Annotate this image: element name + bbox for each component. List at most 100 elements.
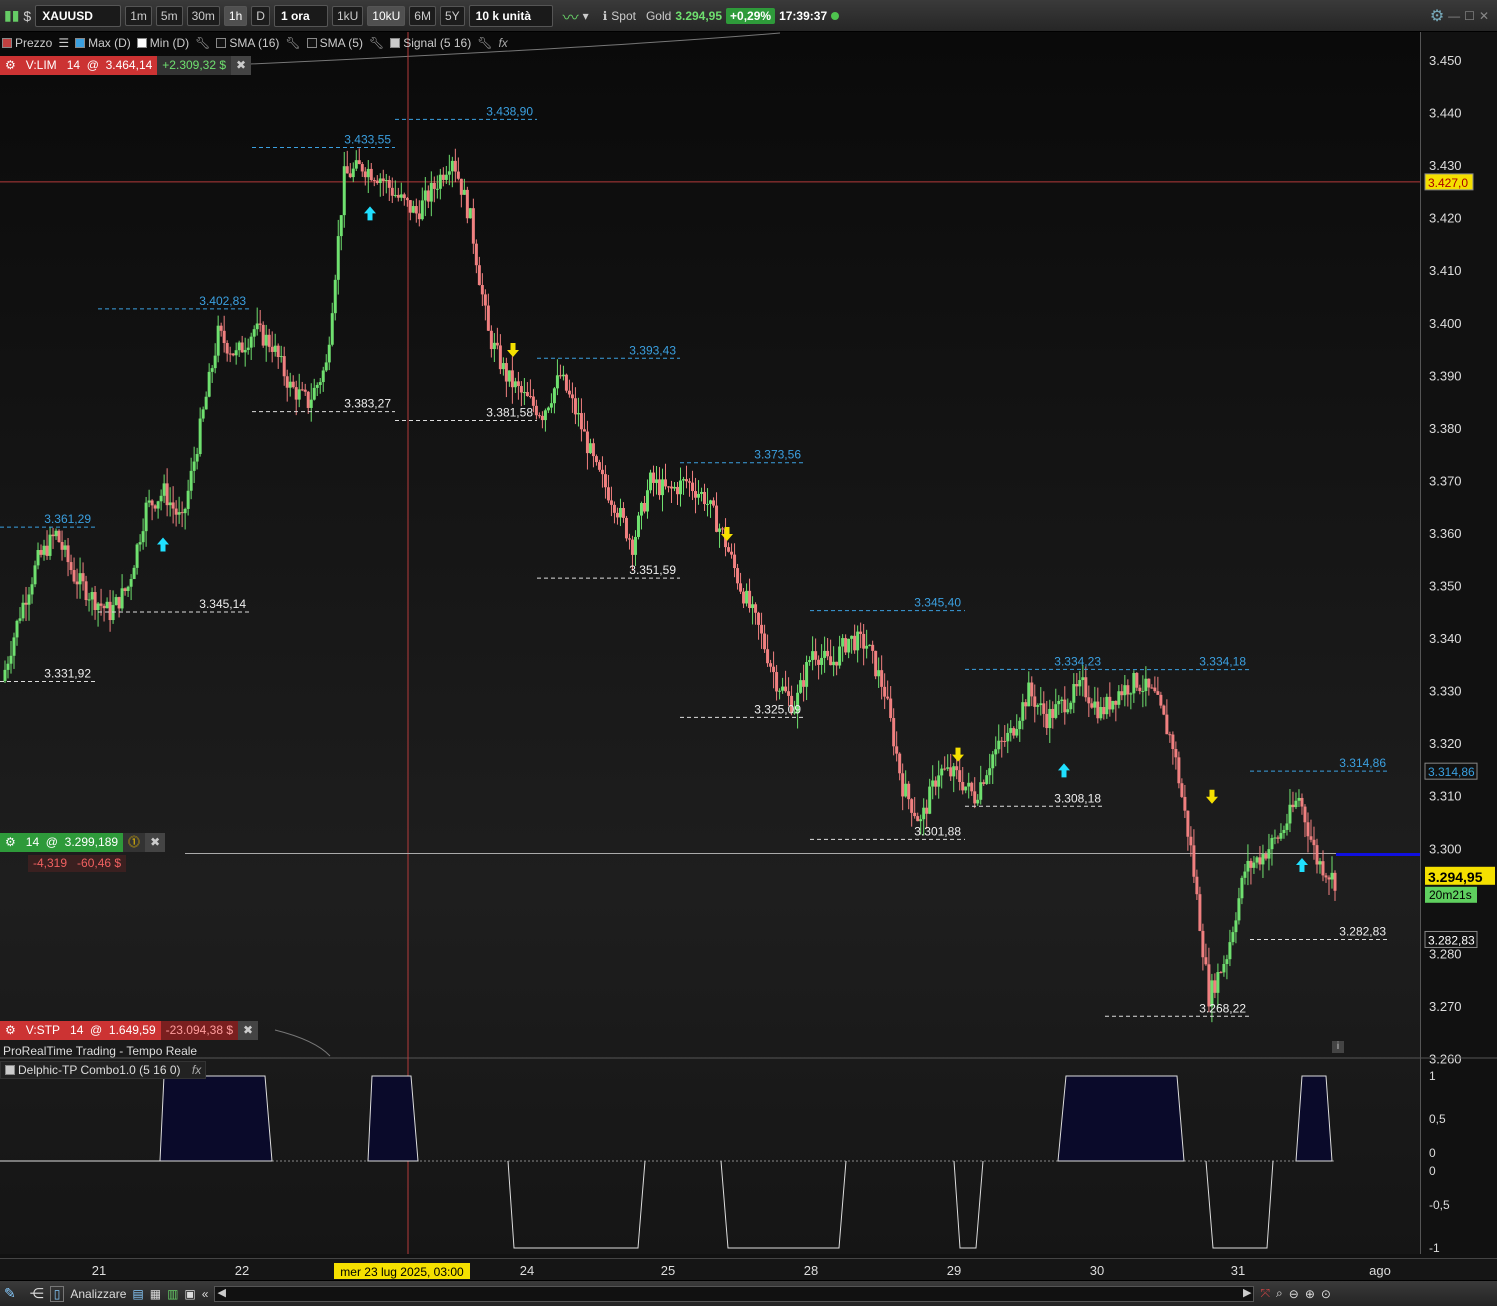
candle-body (312, 387, 316, 400)
candle-body (456, 171, 460, 179)
info-icon[interactable]: i (1332, 1041, 1344, 1053)
tf-30m[interactable]: 30m (186, 5, 220, 26)
tf-1h[interactable]: 1h (223, 5, 248, 26)
candle-body (1225, 959, 1229, 965)
candle-body (108, 601, 112, 621)
candle-body (1000, 740, 1004, 742)
price-axis[interactable]: 3.450 3.440 3.430 3.420 3.410 3.400 3.390 3.380… (1420, 32, 1497, 1255)
range-10ku[interactable]: 10kU (367, 5, 406, 26)
zoom-area-icon[interactable]: ⌕ (1276, 1286, 1283, 1301)
candle-body (162, 483, 166, 496)
indicator-positive-block (367, 1075, 419, 1162)
wrench-icon[interactable]: 🔧︎ (195, 36, 210, 50)
candle-body (543, 410, 547, 421)
price-tick-label: 3.420 (1429, 211, 1462, 226)
symbol-icon[interactable]: $ (23, 8, 31, 24)
calc-icon[interactable]: ▥ (167, 1287, 178, 1301)
candle-body (147, 500, 151, 503)
horizontal-scrollbar[interactable]: ◀ ▶ (214, 1285, 1255, 1302)
scroll-left-icon[interactable]: ◀ (217, 1286, 225, 1299)
legend-item-max[interactable]: Max (D) (75, 36, 131, 50)
function-icon[interactable]: fx (498, 36, 507, 50)
candle-body (1039, 703, 1043, 706)
candle-body (357, 160, 361, 165)
warning-icon[interactable]: ⓵ (123, 833, 146, 852)
chart-type-icon[interactable]: ▮▮ (4, 7, 19, 24)
legend-item-sma16[interactable]: SMA (16) (216, 36, 279, 50)
legend-item-price[interactable]: Prezzo (2, 36, 52, 50)
candle-body (462, 189, 466, 195)
zoom-reset-icon[interactable]: ⊙ (1321, 1287, 1331, 1301)
time-tick-label: 28 (804, 1263, 818, 1278)
screen-icon[interactable]: ▣ (184, 1287, 195, 1301)
gear-icon[interactable]: ⚙ (0, 56, 21, 75)
limit-order-label[interactable]: ⚙ V:LIM 14 @ 3.464,14 +2.309,32 $ ✖ (0, 56, 252, 75)
candle-body (817, 659, 821, 665)
legend-item-signal[interactable]: Signal (5 16) (390, 36, 471, 50)
candle-body (1189, 836, 1193, 846)
candle-body (378, 178, 382, 183)
indicator-icon[interactable]: 〰 (563, 4, 579, 28)
candle-body (348, 173, 352, 178)
share-icon[interactable]: ⋲ (30, 1285, 44, 1302)
close-icon[interactable]: ✕ (1479, 9, 1489, 23)
tf-d[interactable]: D (251, 5, 270, 26)
candle-body (973, 791, 977, 804)
candle-body (240, 342, 244, 353)
candle-body (222, 330, 226, 344)
draw-icon[interactable]: ✎ (4, 1285, 16, 1302)
candle-body (372, 179, 376, 181)
candle-body (799, 680, 803, 693)
analyze-button[interactable]: Analizzare (70, 1287, 126, 1301)
chevron-down-icon[interactable]: ▾ (583, 9, 589, 23)
close-icon[interactable]: ✖ (231, 56, 252, 75)
tf-1m[interactable]: 1m (125, 5, 152, 26)
symbol-select[interactable]: XAUUSD (35, 4, 122, 27)
tf-5m[interactable]: 5m (155, 5, 183, 26)
price-chart[interactable]: 3.361,29 3.402,83 3.433,55 3.438,90 3.393,43… (0, 32, 1420, 1254)
gear-icon[interactable]: ⚙ (0, 1021, 21, 1040)
candle-body (252, 329, 256, 337)
candle-body (510, 370, 514, 388)
settings-icon[interactable]: ⚙ (1430, 6, 1444, 26)
info-icon[interactable]: ℹ (603, 9, 608, 23)
minimize-icon[interactable]: — (1448, 9, 1460, 23)
legend-item-sma5[interactable]: SMA (5) (306, 36, 363, 50)
analyze-icon[interactable]: ▯ (49, 1285, 65, 1302)
zoom-in-icon[interactable]: ⊕ (1305, 1287, 1315, 1301)
indicator-panel-label[interactable]: Delphic-TP Combo1.0 (5 16 0) fx (0, 1061, 207, 1079)
legend-item-min[interactable]: Min (D) (136, 36, 189, 50)
chart-tools-icon[interactable]: ⤧ (1260, 1286, 1270, 1301)
gear-icon[interactable]: ⚙ (0, 833, 21, 852)
units-select[interactable]: 10 k unità (468, 4, 553, 27)
list-icon[interactable]: ▦ (150, 1287, 161, 1301)
maximize-icon[interactable]: ☐ (1464, 9, 1475, 23)
double-left-icon[interactable]: « (202, 1287, 209, 1301)
close-icon[interactable]: ✖ (145, 833, 166, 852)
wrench-icon[interactable]: 🔧︎ (369, 36, 384, 50)
daily-high-label: 3.334,23 (1054, 654, 1101, 668)
stop-order-label[interactable]: ⚙ V:STP 14 @ 1.649,59 -23.094,38 $ ✖ (0, 1021, 259, 1040)
candle-body (1138, 687, 1142, 692)
range-5y[interactable]: 5Y (439, 5, 465, 26)
candle-body (201, 409, 205, 419)
position-label[interactable]: ⚙ 14 @ 3.299,189 ⓵ ✖ (0, 833, 166, 852)
sma16-swatch-icon (216, 38, 227, 48)
function-icon[interactable]: fx (192, 1063, 201, 1077)
chart-area[interactable]: 3.361,29 3.402,83 3.433,55 3.438,90 3.393,43… (0, 32, 1420, 1254)
range-6m[interactable]: 6M (409, 5, 436, 26)
alert-icon[interactable]: ▤ (132, 1287, 143, 1301)
wrench-icon[interactable]: 🔧︎ (477, 36, 492, 50)
zoom-out-icon[interactable]: ⊖ (1289, 1287, 1299, 1301)
wrench-icon[interactable]: 🔧︎ (285, 36, 300, 50)
interval-select[interactable]: 1 ora (273, 4, 328, 27)
candle-body (1279, 833, 1283, 839)
range-1ku[interactable]: 1kU (331, 5, 364, 26)
close-icon[interactable]: ✖ (238, 1021, 259, 1040)
candle-body (192, 461, 196, 471)
list-icon[interactable]: ☰ (58, 36, 69, 50)
scroll-right-icon[interactable]: ▶ (1243, 1286, 1251, 1299)
candle-body (93, 592, 97, 611)
candle-body (39, 550, 43, 555)
time-axis[interactable]: 21 22 24 25 28 29 30 31 ago mer 23 lug 2025, 03:0… (0, 1258, 1497, 1280)
